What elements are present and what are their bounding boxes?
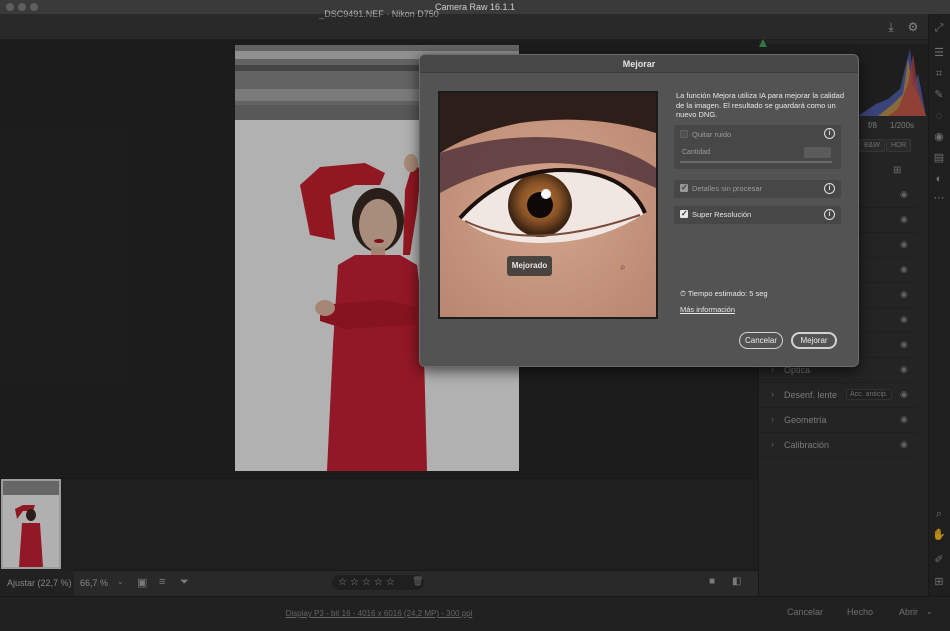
amount-label: Cantidad bbox=[682, 149, 711, 156]
denoise-label: Quitar ruido bbox=[692, 130, 732, 139]
raw-details-checkbox[interactable] bbox=[680, 183, 688, 192]
raw-details-label: Detalles sin procesar bbox=[692, 184, 763, 193]
camera-raw-window: Camera Raw 16.1.1 _DSC9491.NEF · Nikon D… bbox=[0, 0, 950, 631]
enhance-button[interactable]: Mejorar bbox=[791, 332, 837, 349]
amount-input[interactable] bbox=[804, 147, 831, 158]
raw-details-option: Detalles sin procesar i bbox=[674, 180, 841, 198]
denoise-checkbox[interactable] bbox=[680, 130, 688, 138]
enhance-preview[interactable] bbox=[438, 91, 658, 319]
estimated-time: ⏱ Tiempo estimado: 5 seg bbox=[680, 289, 768, 299]
dialog-description: La función Mejora utiliza IA para mejora… bbox=[676, 91, 845, 119]
cancel-button[interactable]: Cancelar bbox=[739, 332, 783, 349]
estimated-time-text: Tiempo estimado: 5 seg bbox=[687, 289, 768, 298]
super-resolution-label: Super Resolución bbox=[692, 210, 752, 219]
more-info-link[interactable]: Más información bbox=[680, 305, 735, 314]
denoise-info-icon[interactable]: i bbox=[824, 128, 835, 139]
denoise-option-group: Quitar ruido i Cantidad bbox=[674, 125, 841, 169]
stopwatch-icon: ⏱ bbox=[680, 289, 686, 298]
enhance-dialog: Mejorar Mejorado ⌕ La función Mejora uti… bbox=[419, 54, 859, 367]
super-resolution-option: Super Resolución i bbox=[674, 206, 841, 224]
zoom-preview-icon[interactable]: ⌕ bbox=[620, 262, 632, 274]
amount-slider[interactable] bbox=[680, 161, 832, 163]
raw-details-info-icon[interactable]: i bbox=[824, 183, 835, 194]
super-resolution-checkbox[interactable] bbox=[680, 209, 688, 218]
dialog-title: Mejorar bbox=[622, 59, 656, 69]
improved-badge[interactable]: Mejorado bbox=[507, 256, 552, 276]
super-resolution-info-icon[interactable]: i bbox=[824, 209, 835, 220]
